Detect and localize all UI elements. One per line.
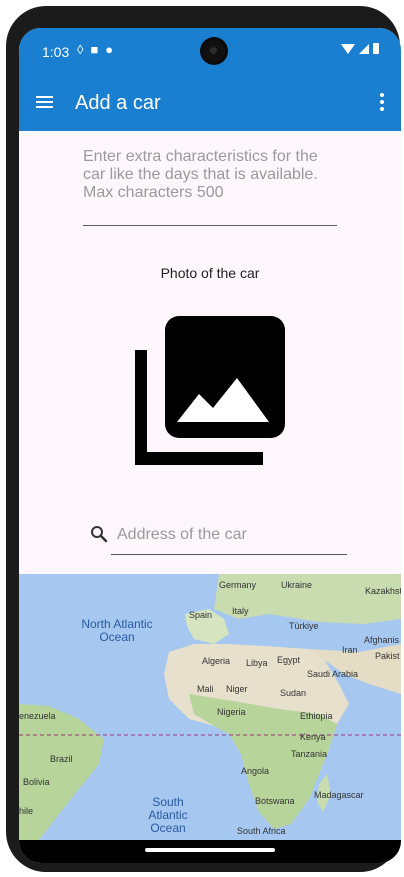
ocean-label: North Atlantic Ocean (81, 617, 153, 644)
map-label: enezuela (19, 711, 56, 721)
battery-icon (373, 43, 379, 54)
address-underline (111, 554, 347, 555)
ocean-label: South Atlantic Ocean (148, 795, 188, 835)
menu-icon[interactable] (36, 96, 53, 108)
map-view[interactable]: Germany Ukraine Kazakhst Spain Italy Tür… (19, 574, 401, 840)
app-bar: Add a car (19, 78, 401, 131)
sd-card-icon: ■ (90, 42, 106, 57)
map-label: Germany (219, 580, 257, 590)
extra-characteristics-field[interactable]: Enter extra characteristics for the car … (83, 148, 343, 202)
map-label: Nigeria (217, 707, 246, 717)
map-label: Pakist (375, 651, 400, 661)
shield-icon: ◊ (77, 42, 91, 57)
wifi-icon (341, 43, 355, 54)
map-label: Kazakhst (365, 586, 401, 596)
map-label: Spain (189, 610, 213, 620)
search-icon (91, 526, 108, 543)
map-label: Algeria (202, 656, 231, 666)
map-label: Iran (342, 645, 358, 655)
app-title: Add a car (75, 92, 161, 114)
circle-icon: ● (105, 42, 121, 57)
signal-icon (359, 43, 369, 54)
map-label: Libya (246, 658, 268, 668)
camera-cutout (203, 40, 225, 62)
map-label: Türkiye (289, 621, 319, 631)
address-input[interactable] (114, 518, 352, 552)
map-label: Saudi Arabia (307, 669, 359, 679)
map-label: Angola (241, 766, 270, 776)
map-label: Bolivia (23, 777, 50, 787)
status-bar: 1:03 ◊■● (19, 28, 401, 78)
map-label: Sudan (280, 688, 307, 698)
map-label: Botswana (255, 796, 295, 806)
screen: 1:03 ◊■● Add a car Enter extra character… (19, 28, 401, 863)
navigation-bar (19, 840, 401, 863)
status-notification-icons: ◊■● (77, 42, 120, 57)
phone-frame: 1:03 ◊■● Add a car Enter extra character… (6, 6, 401, 872)
map-label: Tanzania (291, 749, 328, 759)
more-options-icon[interactable] (380, 93, 384, 111)
map-label: Madagascar (314, 790, 364, 800)
map-label: Ukraine (281, 580, 313, 590)
extra-characteristics-underline (83, 225, 337, 226)
map-label: Niger (226, 684, 248, 694)
status-time: 1:03 (42, 44, 70, 60)
status-system-icons (341, 43, 379, 54)
map-label: Egypt (277, 655, 301, 665)
home-gesture-handle[interactable] (145, 848, 275, 852)
map-label: Brazil (50, 754, 73, 764)
map-label: hile (19, 806, 34, 816)
map-label: Kenya (300, 732, 326, 742)
map-label: South Africa (237, 826, 286, 836)
photo-label: Photo of the car (160, 265, 260, 281)
map-label: Afghanis (364, 635, 400, 645)
map-label: Mali (197, 684, 214, 694)
map-label: Italy (232, 606, 249, 616)
photo-library-icon[interactable] (133, 316, 293, 476)
map-label: Ethiopia (300, 711, 333, 721)
